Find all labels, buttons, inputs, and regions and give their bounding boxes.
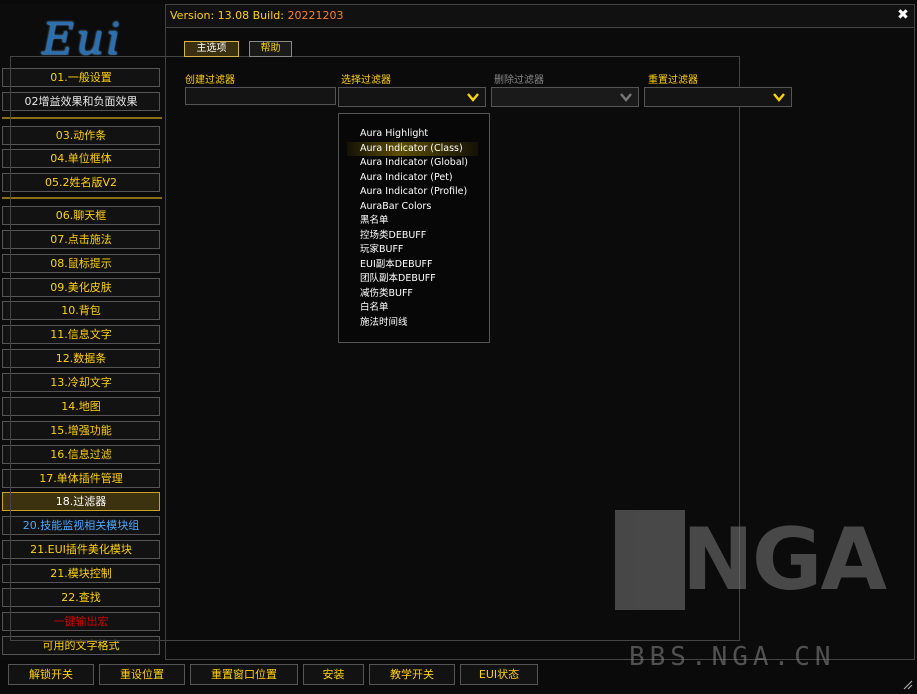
menu-option[interactable]: Aura Indicator (Profile) [360, 185, 467, 199]
resize-grip-icon[interactable] [901, 678, 913, 690]
menu-option[interactable]: Aura Indicator (Pet) [360, 171, 453, 185]
close-icon: ✖ [897, 7, 909, 23]
menu-option[interactable]: 控场类DEBUFF [360, 229, 426, 243]
menu-option[interactable]: Aura Indicator (Class) [347, 141, 478, 156]
menu-option[interactable]: 减伤类BUFF [360, 287, 413, 301]
delete-filter-dropdown[interactable] [491, 87, 639, 107]
reset-filter-label: 重置过滤器 [648, 75, 698, 86]
menu-option[interactable]: 团队副本DEBUFF [360, 272, 436, 286]
select-filter-label: 选择过滤器 [341, 75, 391, 86]
build-number: 20221203 [287, 9, 344, 22]
menu-option[interactable]: Aura Highlight [360, 127, 428, 141]
select-filter-dropdown[interactable] [338, 87, 486, 107]
menu-option[interactable]: EUI副本DEBUFF [360, 258, 432, 272]
tab-main-options-label: 主选项 [196, 43, 227, 54]
watermark-logo: NGA [681, 510, 887, 610]
reset-filter-dropdown[interactable] [644, 87, 792, 107]
menu-option[interactable]: AuraBar Colors [360, 200, 431, 214]
delete-filter-label: 删除过滤器 [494, 75, 544, 86]
chevron-down-icon [620, 93, 632, 102]
create-filter-input[interactable] [185, 87, 336, 105]
version-text: Version: 13.08 Build: [170, 9, 288, 22]
select-filter-menu: Aura Highlight Aura Indicator (Class) Aura… [338, 113, 490, 343]
watermark-site: BBS.NGA.CN [629, 642, 836, 672]
reset-window-position-button[interactable]: 重置窗口位置 [190, 664, 298, 685]
chevron-down-icon [773, 93, 785, 102]
tab-main-options[interactable]: 主选项 [184, 41, 239, 57]
title-bar: Version: 13.08 Build: 20221203 ✖ [166, 5, 914, 28]
reset-position-button[interactable]: 重设位置 [99, 664, 185, 685]
tutorial-toggle-button[interactable]: 教学开关 [369, 664, 455, 685]
tab-help[interactable]: 帮助 [249, 41, 292, 57]
version-label: Version: 13.08 Build: 20221203 [170, 9, 343, 22]
tab-help-label: 帮助 [260, 43, 281, 54]
install-button[interactable]: 安装 [303, 664, 364, 685]
chevron-down-icon [467, 93, 479, 102]
nga-watermark: NGA BBS.NGA.CN [615, 505, 895, 672]
menu-option[interactable]: 黑名单 [360, 214, 389, 228]
menu-option[interactable]: 玩家BUFF [360, 243, 403, 257]
eui-config-window: Eui 01.一般设置 02增益效果和负面效果 03.动作条 04.单位框体 05.2姓… [0, 0, 917, 694]
close-button[interactable]: ✖ [895, 7, 911, 23]
create-filter-label: 创建过滤器 [185, 75, 235, 86]
unlock-toggle-button[interactable]: 解锁开关 [8, 664, 94, 685]
menu-option[interactable]: 施法时间线 [360, 316, 408, 330]
menu-option[interactable]: 白名单 [360, 301, 389, 315]
eui-status-button[interactable]: EUI状态 [460, 664, 538, 685]
menu-option[interactable]: Aura Indicator (Global) [360, 156, 468, 170]
